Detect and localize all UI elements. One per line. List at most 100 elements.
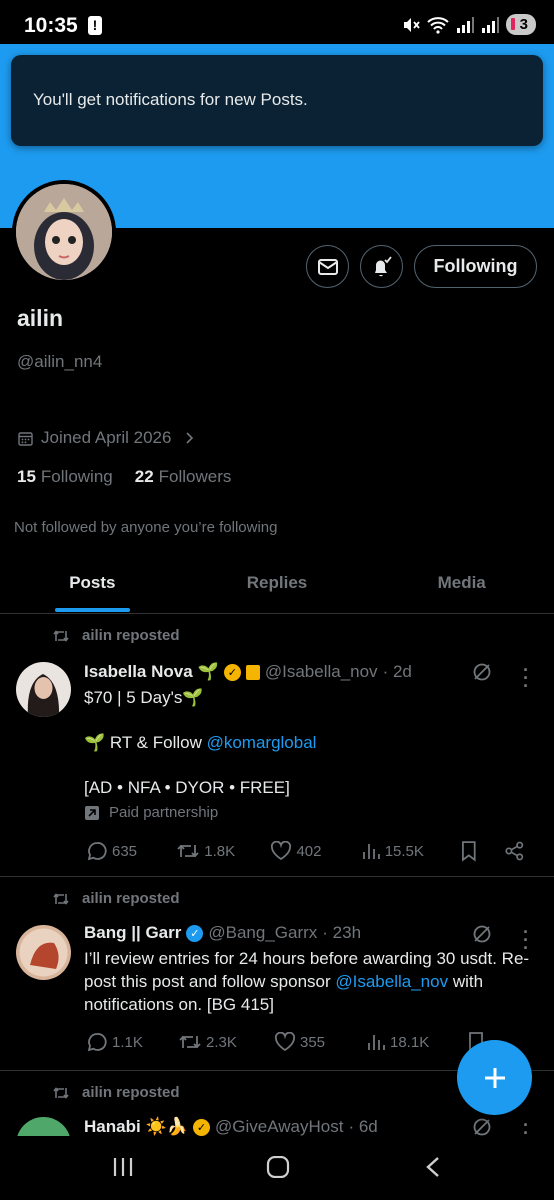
views-chart-icon [368, 1035, 385, 1050]
repost-action-icon [179, 1035, 201, 1049]
post-time: · 6d [348, 1117, 378, 1136]
reply-button[interactable]: 635 [86, 840, 176, 862]
home-icon[interactable] [266, 1156, 290, 1178]
repost-indicator: ailin reposted [52, 890, 180, 907]
tab-media[interactable]: Media [369, 562, 554, 613]
post-time: · 23h [322, 923, 362, 942]
profile-avatar[interactable] [12, 180, 116, 284]
battery-badge: 3 [505, 14, 536, 35]
like-button[interactable]: 355 [274, 1032, 366, 1052]
chevron-right-icon [186, 432, 194, 444]
repost-icon [53, 1086, 69, 1099]
like-count: 355 [300, 1033, 326, 1051]
author-handle[interactable]: @Bang_Garrx [208, 923, 317, 943]
system-nav-bar [0, 1136, 554, 1200]
author-handle[interactable]: @GiveAwayHost [215, 1117, 343, 1136]
verified-badge-icon: ✓ [186, 924, 204, 942]
tab-indicator [55, 608, 130, 612]
grok-icon[interactable] [472, 924, 492, 944]
joined-text: Joined April 2026 [41, 428, 172, 447]
status-time: 10:35 [24, 14, 78, 37]
post-header: Hanabi ☀️🍌 ✓ @GiveAwayHost · 6d [84, 1117, 378, 1136]
tab-posts[interactable]: Posts [0, 562, 185, 613]
followers-count-link[interactable]: 22 Followers [135, 467, 232, 487]
notification-toast: You'll get notifications for new Posts. [11, 55, 543, 146]
follow-stats: 15 Following 22 Followers [17, 467, 231, 487]
author-name[interactable]: Isabella Nova [84, 662, 193, 682]
following-count: 15 [17, 467, 36, 486]
sprout-emoji: 🌱 [182, 688, 204, 707]
repost-indicator: ailin reposted [52, 1084, 180, 1101]
paid-text: Paid partnership [109, 804, 219, 821]
tab-posts-label: Posts [69, 573, 116, 592]
views-button[interactable]: 18.1K [366, 1032, 466, 1052]
views-button[interactable]: 15.5K [361, 841, 459, 861]
tab-replies[interactable]: Replies [185, 562, 370, 613]
repost-label: ailin reposted [82, 627, 180, 644]
grok-icon[interactable] [472, 1117, 492, 1136]
author-avatar-image [16, 925, 71, 980]
mention-link[interactable]: @komarglobal [207, 733, 317, 752]
repost-action-icon [177, 844, 199, 858]
avatar-illustration [16, 184, 112, 280]
post-actions: 635 1.8K 402 15.5K [86, 840, 526, 862]
reply-icon [87, 842, 107, 861]
joined-row[interactable]: Joined April 2026 [18, 428, 197, 448]
post-text: I’ll review entries for 24 hours before … [84, 947, 539, 1016]
tab-media-label: Media [437, 573, 486, 592]
following-label: Following [40, 467, 113, 486]
heart-icon [271, 841, 292, 861]
repost-button[interactable]: 2.3K [178, 1032, 274, 1052]
mention-link[interactable]: @Isabella_nov [335, 972, 448, 991]
bell-check-icon [374, 255, 392, 276]
share-icon[interactable] [504, 840, 526, 862]
mute-icon [403, 17, 420, 32]
signal-icon-2 [481, 16, 499, 33]
notifications-button[interactable] [360, 245, 403, 288]
more-options-icon[interactable]: ··· [523, 1116, 529, 1136]
post-divider [0, 876, 554, 877]
reply-count: 635 [112, 842, 138, 860]
toast-text: You'll get notifications for new Posts. [33, 90, 308, 109]
views-count: 15.5K [384, 842, 424, 860]
post-header: Isabella Nova 🌱 ✓ @Isabella_nov · 2d [84, 662, 412, 682]
grok-icon[interactable] [472, 662, 492, 682]
sprout-emoji-2: 🌱 [84, 733, 106, 752]
repost-label: ailin reposted [82, 1084, 180, 1101]
like-button[interactable]: 402 [270, 841, 360, 861]
post-line-2: RT & Follow [105, 733, 207, 752]
repost-count: 1.8K [204, 842, 236, 860]
author-emoji: 🌱 [197, 662, 219, 681]
avatar-image [16, 184, 112, 280]
heart-icon [274, 1032, 296, 1052]
profile-tabs: Posts Replies Media [0, 562, 554, 614]
reply-button[interactable]: 1.1K [86, 1031, 178, 1053]
post-line-3: [AD • NFA • DYOR • FREE] [84, 778, 290, 797]
message-button[interactable] [306, 245, 349, 288]
calendar-icon [18, 431, 33, 446]
plus-icon [484, 1067, 505, 1088]
compose-button[interactable] [457, 1040, 532, 1115]
repost-button[interactable]: 1.8K [176, 841, 270, 861]
author-name[interactable]: Bang || Garr [84, 923, 181, 943]
envelope-icon [317, 258, 338, 275]
bookmark-icon[interactable] [459, 840, 479, 862]
tab-replies-label: Replies [246, 573, 308, 592]
post-author-avatar[interactable] [16, 925, 71, 980]
author-emoji: ☀️🍌 [145, 1117, 189, 1136]
author-name[interactable]: Hanabi [84, 1117, 141, 1136]
back-icon[interactable] [424, 1156, 442, 1178]
followers-label: Followers [158, 467, 232, 486]
verified-badge-icon: ✓ [193, 1118, 211, 1136]
post-author-avatar[interactable] [16, 662, 71, 717]
repost-label: ailin reposted [82, 890, 180, 907]
author-handle[interactable]: @Isabella_nov [265, 662, 378, 682]
following-count-link[interactable]: 15 Following [17, 467, 113, 487]
like-count: 402 [296, 842, 322, 860]
recent-apps-icon[interactable] [112, 1156, 134, 1178]
following-button[interactable]: Following [414, 245, 537, 288]
post-line-1: $70 | 5 Day's [84, 688, 183, 707]
profile-name: ailin [17, 305, 64, 331]
post-author-avatar[interactable] [16, 1117, 71, 1136]
post-text: $70 | 5 Day's🌱 🌱 RT & Follow @komargloba… [84, 686, 539, 799]
